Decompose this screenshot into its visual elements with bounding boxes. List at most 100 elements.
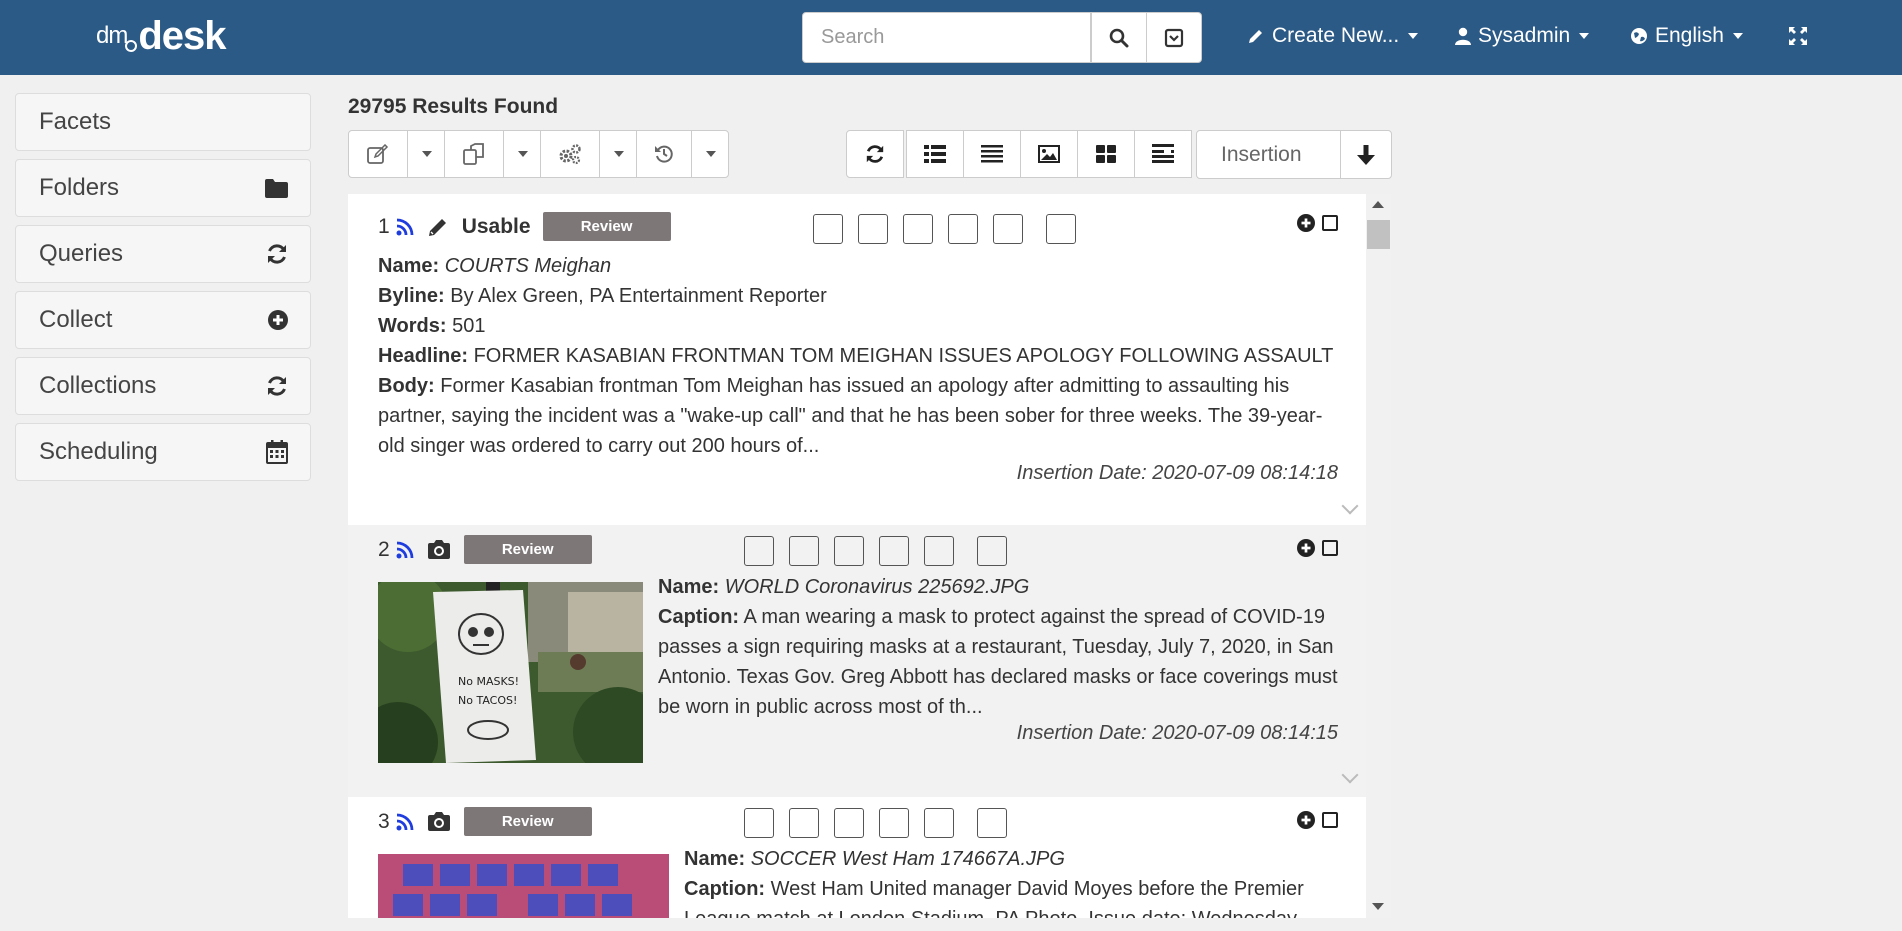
saved-search-button[interactable] xyxy=(1146,12,1202,63)
language-label: English xyxy=(1655,24,1724,47)
sort-direction-button[interactable] xyxy=(1340,130,1392,179)
tag-box[interactable] xyxy=(834,808,864,838)
tag-box[interactable] xyxy=(858,214,888,244)
tag-box[interactable] xyxy=(948,214,978,244)
refresh-button[interactable] xyxy=(846,130,904,178)
tag-box[interactable] xyxy=(879,808,909,838)
chevron-down-icon xyxy=(1732,33,1743,39)
tag-box[interactable] xyxy=(744,808,774,838)
sidebar-item-queries[interactable]: Queries xyxy=(15,225,311,283)
result-item[interactable]: 1 Usable Review Name: COURTS Meighan Byl… xyxy=(348,194,1366,525)
review-badge[interactable]: Review xyxy=(463,535,592,564)
result-number: 1 xyxy=(378,214,390,238)
thumbnail-text: No MASKS! xyxy=(458,675,519,688)
language-menu[interactable]: English xyxy=(1630,24,1743,48)
tag-box[interactable] xyxy=(903,214,933,244)
result-number: 3 xyxy=(378,809,390,833)
tag-box[interactable] xyxy=(813,214,843,244)
view-detail-button[interactable] xyxy=(1134,130,1192,178)
review-badge[interactable]: Review xyxy=(542,212,671,241)
tag-box[interactable] xyxy=(993,214,1023,244)
copy-button[interactable] xyxy=(444,130,504,178)
thumbnail-image[interactable]: No MASKS! No TACOS! xyxy=(378,582,643,763)
refresh-icon xyxy=(866,145,884,163)
settings-button[interactable] xyxy=(540,130,600,178)
tag-box[interactable] xyxy=(924,536,954,566)
results-count: 29795 Results Found xyxy=(348,95,559,118)
user-icon xyxy=(1455,27,1471,45)
select-checkbox[interactable] xyxy=(1322,215,1338,231)
settings-dropdown[interactable] xyxy=(599,130,637,178)
sidebar-item-scheduling[interactable]: Scheduling xyxy=(15,423,311,481)
plus-circle-icon[interactable] xyxy=(1297,539,1315,557)
create-new-menu[interactable]: Create New... xyxy=(1247,24,1419,48)
sidebar-item-label: Collect xyxy=(39,306,113,333)
search-icon xyxy=(1109,28,1129,47)
field-label: Byline: xyxy=(378,285,445,307)
plus-circle-icon[interactable] xyxy=(1297,811,1315,829)
view-grid-button[interactable] xyxy=(1077,130,1135,178)
app-logo[interactable]: dm desk xyxy=(96,16,227,56)
tag-box[interactable] xyxy=(834,536,864,566)
edit-button[interactable] xyxy=(348,130,408,178)
item-name: WORLD Coronavirus 225692.JPG xyxy=(724,576,1030,598)
view-list-button[interactable] xyxy=(906,130,964,178)
review-badge[interactable]: Review xyxy=(463,807,592,836)
search-input[interactable] xyxy=(802,12,1091,63)
fullscreen-button[interactable] xyxy=(1788,26,1808,51)
sidebar-item-label: Scheduling xyxy=(39,438,158,465)
sidebar-item-label: Facets xyxy=(39,108,112,135)
select-checkbox[interactable] xyxy=(1322,812,1338,828)
scroll-down-arrow[interactable] xyxy=(1372,903,1384,910)
field-label: Name: xyxy=(378,255,440,277)
compact-list-icon xyxy=(981,145,1003,163)
chevron-down-icon xyxy=(614,151,624,157)
scroll-up-arrow[interactable] xyxy=(1372,201,1384,208)
sidebar-item-collections[interactable]: Collections xyxy=(15,357,311,415)
insertion-date: Insertion Date: 2020-07-09 08:14:18 xyxy=(1016,462,1338,484)
list-view-icon xyxy=(924,145,946,163)
tag-box[interactable] xyxy=(879,536,909,566)
rss-icon xyxy=(396,541,414,558)
sidebar-item-facets[interactable]: Facets xyxy=(15,93,311,151)
chevron-down-icon xyxy=(706,151,716,157)
chevron-down-icon xyxy=(1579,33,1590,39)
thumbnail-image[interactable] xyxy=(378,854,669,918)
sidebar-item-folders[interactable]: Folders xyxy=(15,159,311,217)
results-scrollbar[interactable] xyxy=(1366,194,1391,918)
view-image-button[interactable] xyxy=(1020,130,1078,178)
view-compact-button[interactable] xyxy=(963,130,1021,178)
result-item[interactable]: 3 Review Name: SOCCER West Ham 174667A.J… xyxy=(348,797,1366,918)
tag-box[interactable] xyxy=(1046,214,1076,244)
field-label: Name: xyxy=(658,576,720,598)
tag-box[interactable] xyxy=(789,808,819,838)
rating-boxes xyxy=(744,536,1022,566)
sidebar-item-collect[interactable]: Collect xyxy=(15,291,311,349)
history-button[interactable] xyxy=(636,130,692,178)
detail-list-icon xyxy=(1152,144,1174,163)
copy-icon xyxy=(463,143,484,165)
sidebar-item-label: Collections xyxy=(39,372,157,399)
tag-box[interactable] xyxy=(977,808,1007,838)
edit-dropdown[interactable] xyxy=(407,130,445,178)
chevron-down-icon[interactable] xyxy=(1341,766,1359,784)
arrow-down-icon xyxy=(1357,144,1375,165)
copy-dropdown[interactable] xyxy=(503,130,541,178)
scrollbar-thumb[interactable] xyxy=(1367,220,1390,249)
history-dropdown[interactable] xyxy=(691,130,729,178)
sort-field-select[interactable]: Insertion xyxy=(1196,130,1341,179)
tag-box[interactable] xyxy=(789,536,819,566)
edit-icon xyxy=(367,144,389,164)
user-menu[interactable]: Sysadmin xyxy=(1455,24,1590,48)
tag-box[interactable] xyxy=(744,536,774,566)
tag-box[interactable] xyxy=(924,808,954,838)
thumbnail-text: No TACOS! xyxy=(458,694,517,707)
chevron-down-icon[interactable] xyxy=(1341,497,1359,515)
result-item[interactable]: 2 Review No MASKS! No TACOS! Name: WORLD… xyxy=(348,525,1366,797)
results-list: 1 Usable Review Name: COURTS Meighan Byl… xyxy=(348,194,1366,918)
tag-box[interactable] xyxy=(977,536,1007,566)
search-button[interactable] xyxy=(1091,12,1147,63)
select-checkbox[interactable] xyxy=(1322,540,1338,556)
sidebar-item-label: Folders xyxy=(39,174,120,201)
plus-circle-icon[interactable] xyxy=(1297,214,1315,232)
